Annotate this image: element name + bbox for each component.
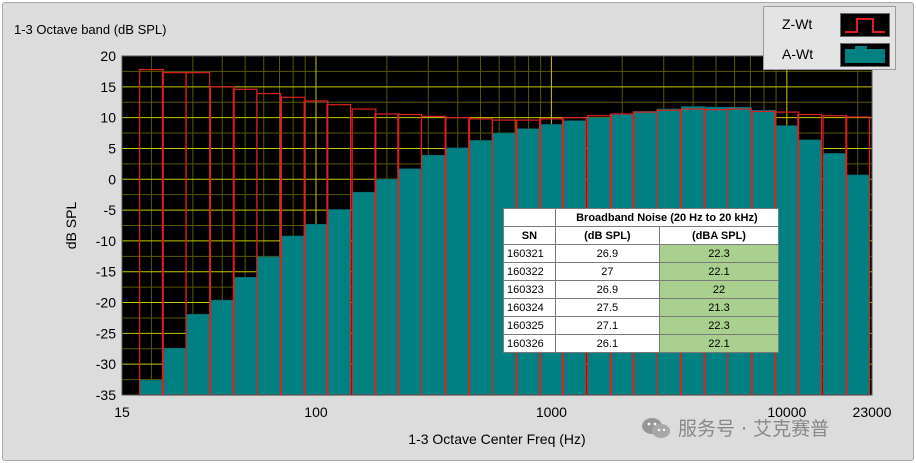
table-row: 160325 27.1 22.3	[503, 316, 779, 335]
y-tick-label: 0	[108, 171, 116, 187]
serial-number-cell: 160321	[503, 244, 556, 263]
db-spl-cell: 27	[554, 262, 661, 281]
legend-item-a-wt[interactable]: A-Wt	[764, 39, 895, 69]
y-tick-label: -25	[96, 325, 116, 341]
table-corner-cell	[503, 208, 556, 227]
y-tick-label: -30	[96, 356, 116, 372]
a-wt-bar	[256, 256, 281, 396]
table-title: Broadband Noise (20 Hz to 20 kHz)	[554, 208, 780, 227]
a-wt-bar	[845, 174, 870, 396]
y-tick-label: 10	[100, 110, 116, 126]
a-wt-bar	[351, 191, 377, 396]
y-tick-label: 15	[100, 79, 116, 95]
column-header: (dB SPL)	[554, 226, 661, 245]
broadband-noise-table: Broadband Noise (20 Hz to 20 kHz) SN (dB…	[503, 208, 780, 353]
serial-number-cell: 160324	[503, 298, 556, 317]
table-row: 160324 27.5 21.3	[503, 298, 779, 317]
y-tick-label: -5	[104, 202, 117, 218]
db-spl-cell: 27.1	[554, 316, 661, 335]
a-wt-bar	[468, 140, 493, 396]
x-tick-label: 100	[304, 404, 328, 420]
a-wt-bar	[397, 168, 422, 396]
dba-spl-cell: 21.3	[659, 298, 779, 317]
a-wt-bar	[822, 153, 848, 396]
x-tick-label: 1000	[536, 404, 567, 420]
a-wt-bar	[303, 223, 329, 396]
a-wt-bar	[210, 299, 235, 396]
dba-spl-cell: 22.1	[659, 334, 779, 353]
y-tick-label: -20	[96, 295, 116, 311]
table-row: 160322 27 22.1	[503, 262, 779, 281]
column-header: (dBA SPL)	[659, 226, 779, 245]
a-wt-bar	[374, 178, 399, 396]
x-axis-label: 1-3 Octave Center Freq (Hz)	[408, 431, 585, 447]
column-header: SN	[503, 226, 556, 245]
watermark-text: 服务号 · 艾克赛普	[678, 418, 830, 440]
y-tick-label: -15	[96, 264, 116, 280]
dba-spl-cell: 22.3	[659, 316, 779, 335]
wechat-icon	[640, 416, 672, 445]
a-wt-bar	[797, 139, 822, 396]
serial-number-cell: 160323	[503, 280, 556, 299]
y-tick-label: -35	[96, 387, 116, 403]
legend: Z-Wt A-Wt	[763, 6, 896, 70]
serial-number-cell: 160326	[503, 334, 556, 353]
dba-spl-cell: 22	[659, 280, 779, 299]
legend-label: A-Wt	[782, 46, 814, 62]
a-wt-bar	[445, 147, 470, 396]
table-row: 160323 26.9 22	[503, 280, 779, 299]
y-tick-label: 20	[100, 48, 116, 64]
a-wt-bar	[326, 209, 351, 396]
x-tick-label: 15	[114, 404, 130, 420]
y-tick-label: 5	[108, 140, 116, 156]
serial-number-cell: 160325	[503, 316, 556, 335]
a-wt-bar	[421, 154, 446, 396]
x-tick-label: 23000	[853, 404, 892, 420]
red-outline-bar-icon	[840, 13, 890, 37]
a-wt-bar	[281, 235, 306, 396]
dba-spl-cell: 22.1	[659, 262, 779, 281]
serial-number-cell: 160322	[503, 262, 556, 281]
db-spl-cell: 26.9	[554, 244, 661, 263]
a-wt-bar	[232, 276, 258, 396]
dba-spl-cell: 22.3	[659, 244, 779, 263]
teal-filled-bar-icon	[840, 43, 890, 67]
y-axis-label: dB SPL	[63, 202, 79, 250]
db-spl-cell: 27.5	[554, 298, 661, 317]
db-spl-cell: 26.9	[554, 280, 661, 299]
y-tick-label: -10	[96, 233, 116, 249]
legend-item-z-wt[interactable]: Z-Wt	[764, 9, 895, 39]
table-row: 160321 26.9 22.3	[503, 244, 779, 263]
a-wt-bar	[185, 313, 210, 396]
a-wt-bar	[139, 379, 164, 396]
db-spl-cell: 26.1	[554, 334, 661, 353]
legend-label: Z-Wt	[782, 16, 813, 32]
table-row: 160326 26.1 22.1	[503, 334, 779, 353]
a-wt-bar	[162, 347, 187, 396]
